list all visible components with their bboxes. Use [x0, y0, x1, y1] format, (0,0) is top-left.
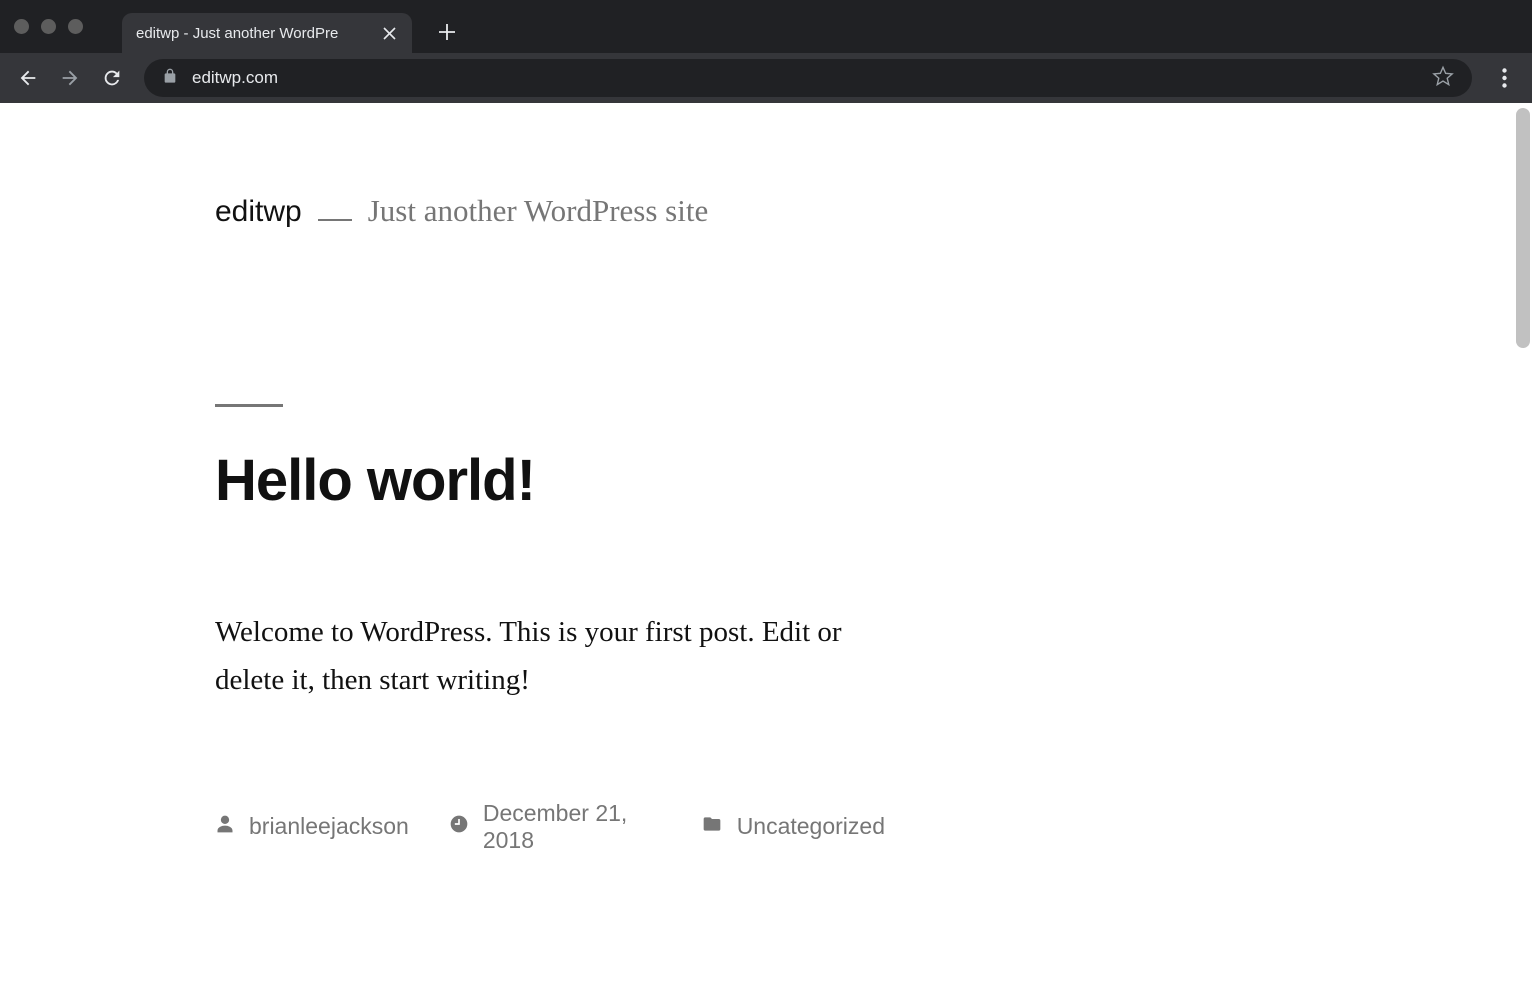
post-title-text: Hello world!: [215, 448, 535, 513]
post: Hello world! Welcome to WordPress. This …: [215, 404, 885, 854]
post-body: Welcome to WordPress. This is your first…: [215, 609, 885, 705]
site-title-link[interactable]: editwp: [215, 195, 302, 229]
scrollbar-thumb[interactable]: [1516, 108, 1530, 348]
category-link[interactable]: Uncategorized: [737, 813, 885, 840]
site-header: editwp Just another WordPress site: [215, 193, 885, 229]
person-icon: [215, 813, 235, 840]
post-title[interactable]: Hello world!: [215, 447, 885, 514]
lock-icon: [162, 67, 178, 90]
post-meta: brianleejackson December 21, 2018 Uncate…: [215, 800, 885, 854]
close-tab-icon[interactable]: [380, 24, 398, 42]
tab-strip: editwp - Just another WordPre: [0, 0, 1532, 53]
url-text: editwp.com: [192, 68, 1418, 88]
back-button[interactable]: [10, 60, 46, 96]
author-link[interactable]: brianleejackson: [249, 813, 409, 840]
new-tab-button[interactable]: [431, 16, 463, 48]
address-bar[interactable]: editwp.com: [144, 59, 1472, 97]
tab-title: editwp - Just another WordPre: [136, 25, 380, 42]
browser-tab[interactable]: editwp - Just another WordPre: [122, 13, 412, 53]
browser-menu-button[interactable]: [1486, 60, 1522, 96]
reload-button[interactable]: [94, 60, 130, 96]
browser-chrome: editwp - Just another WordPre editwp.com: [0, 0, 1532, 103]
meta-author: brianleejackson: [215, 813, 409, 840]
content-wrap: editwp Just another WordPress site Hello…: [0, 103, 1100, 854]
site-tagline: Just another WordPress site: [368, 193, 709, 229]
post-rule-icon: [215, 404, 283, 407]
browser-toolbar: editwp.com: [0, 53, 1532, 103]
dash-separator-icon: [318, 219, 352, 221]
meta-category: Uncategorized: [701, 813, 885, 840]
bookmark-star-icon[interactable]: [1432, 65, 1454, 92]
folder-icon: [701, 813, 723, 840]
minimize-window-button[interactable]: [41, 19, 56, 34]
forward-button[interactable]: [52, 60, 88, 96]
window-controls: [14, 19, 83, 34]
close-window-button[interactable]: [14, 19, 29, 34]
meta-date: December 21, 2018: [449, 800, 661, 854]
date-link[interactable]: December 21, 2018: [483, 800, 661, 854]
clock-icon: [449, 813, 469, 840]
maximize-window-button[interactable]: [68, 19, 83, 34]
page-viewport: editwp Just another WordPress site Hello…: [0, 103, 1532, 983]
